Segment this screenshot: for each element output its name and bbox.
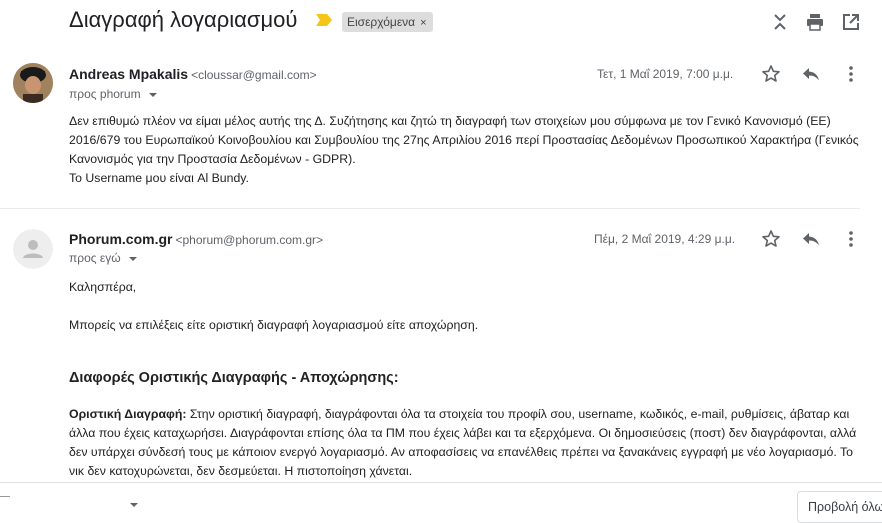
sender-avatar-photo[interactable]	[13, 63, 53, 103]
print-icon[interactable]	[805, 12, 825, 32]
chevron-down-icon[interactable]	[130, 503, 138, 507]
default-user-icon	[13, 229, 53, 269]
reply-icon[interactable]	[801, 64, 821, 84]
definition-term: Οριστική Διαγραφή:	[69, 407, 187, 421]
greeting-text: Καλησπέρα,	[69, 280, 137, 294]
remove-label-button[interactable]: ×	[420, 17, 426, 29]
importance-marker-icon[interactable]	[316, 14, 332, 26]
intro-text: Μπορείς να επιλέξεις είτε οριστική διαγρ…	[69, 318, 479, 332]
body-paragraph: Δεν επιθυμώ πλέον να είμαι μέλος αυτής τ…	[69, 114, 859, 166]
reply-icon[interactable]	[801, 229, 821, 249]
sender-name: Phorum.com.gr <phorum@phorum.com.gr>	[69, 231, 323, 247]
open-in-new-window-icon[interactable]	[841, 12, 861, 32]
sender-email: <cloussar@gmail.com>	[191, 68, 317, 82]
message-date: Τετ, 1 Μαΐ 2019, 7:00 μ.μ.	[597, 67, 734, 81]
message-divider	[0, 208, 860, 209]
body-paragraph: Το Username μου είναι Al Bundy.	[69, 171, 249, 185]
sender-name: Andreas Mpakalis <cloussar@gmail.com>	[69, 66, 317, 82]
chevron-down-icon[interactable]	[148, 92, 157, 97]
sender-name-text: Phorum.com.gr	[69, 231, 173, 247]
view-all-button[interactable]: Προβολή όλων	[797, 491, 882, 523]
person-photo-icon	[13, 63, 53, 103]
chevron-down-icon[interactable]	[128, 256, 137, 261]
sender-name-text: Andreas Mpakalis	[69, 66, 189, 82]
message-body: Δεν επιθυμώ πλέον να είμαι μέλος αυτής τ…	[69, 112, 859, 188]
collapse-icon[interactable]	[770, 12, 790, 32]
label-text: Εισερχόμενα	[347, 15, 416, 29]
definition-text: Στην οριστική διαγραφή, διαγράφονται όλα…	[69, 407, 857, 478]
recipient-details[interactable]: προς phorum	[69, 87, 157, 101]
sender-avatar-default[interactable]	[13, 229, 53, 269]
message-date: Πέμ, 2 Μαΐ 2019, 4:29 μ.μ.	[594, 232, 736, 246]
star-icon[interactable]	[761, 64, 781, 84]
more-options-icon[interactable]	[841, 229, 861, 249]
recipient-text: προς εγώ	[69, 251, 121, 265]
recipient-details[interactable]: προς εγώ	[69, 251, 137, 265]
star-icon[interactable]	[761, 229, 781, 249]
more-options-icon[interactable]	[841, 64, 861, 84]
definition-paragraph: Οριστική Διαγραφή: Στην οριστική διαγραφ…	[69, 405, 859, 481]
thread-header: Διαγραφή λογαριασμού Εισερχόμενα ×	[0, 0, 882, 46]
section-heading: Διαφορές Οριστικής Διαγραφής - Αποχώρηση…	[69, 370, 399, 386]
bottom-left-control[interactable]	[0, 496, 10, 497]
thread-subject: Διαγραφή λογαριασμού	[69, 7, 298, 32]
recipient-text: προς phorum	[69, 87, 141, 101]
inbox-label-chip: Εισερχόμενα ×	[342, 12, 433, 32]
sender-email: <phorum@phorum.com.gr>	[175, 233, 324, 247]
